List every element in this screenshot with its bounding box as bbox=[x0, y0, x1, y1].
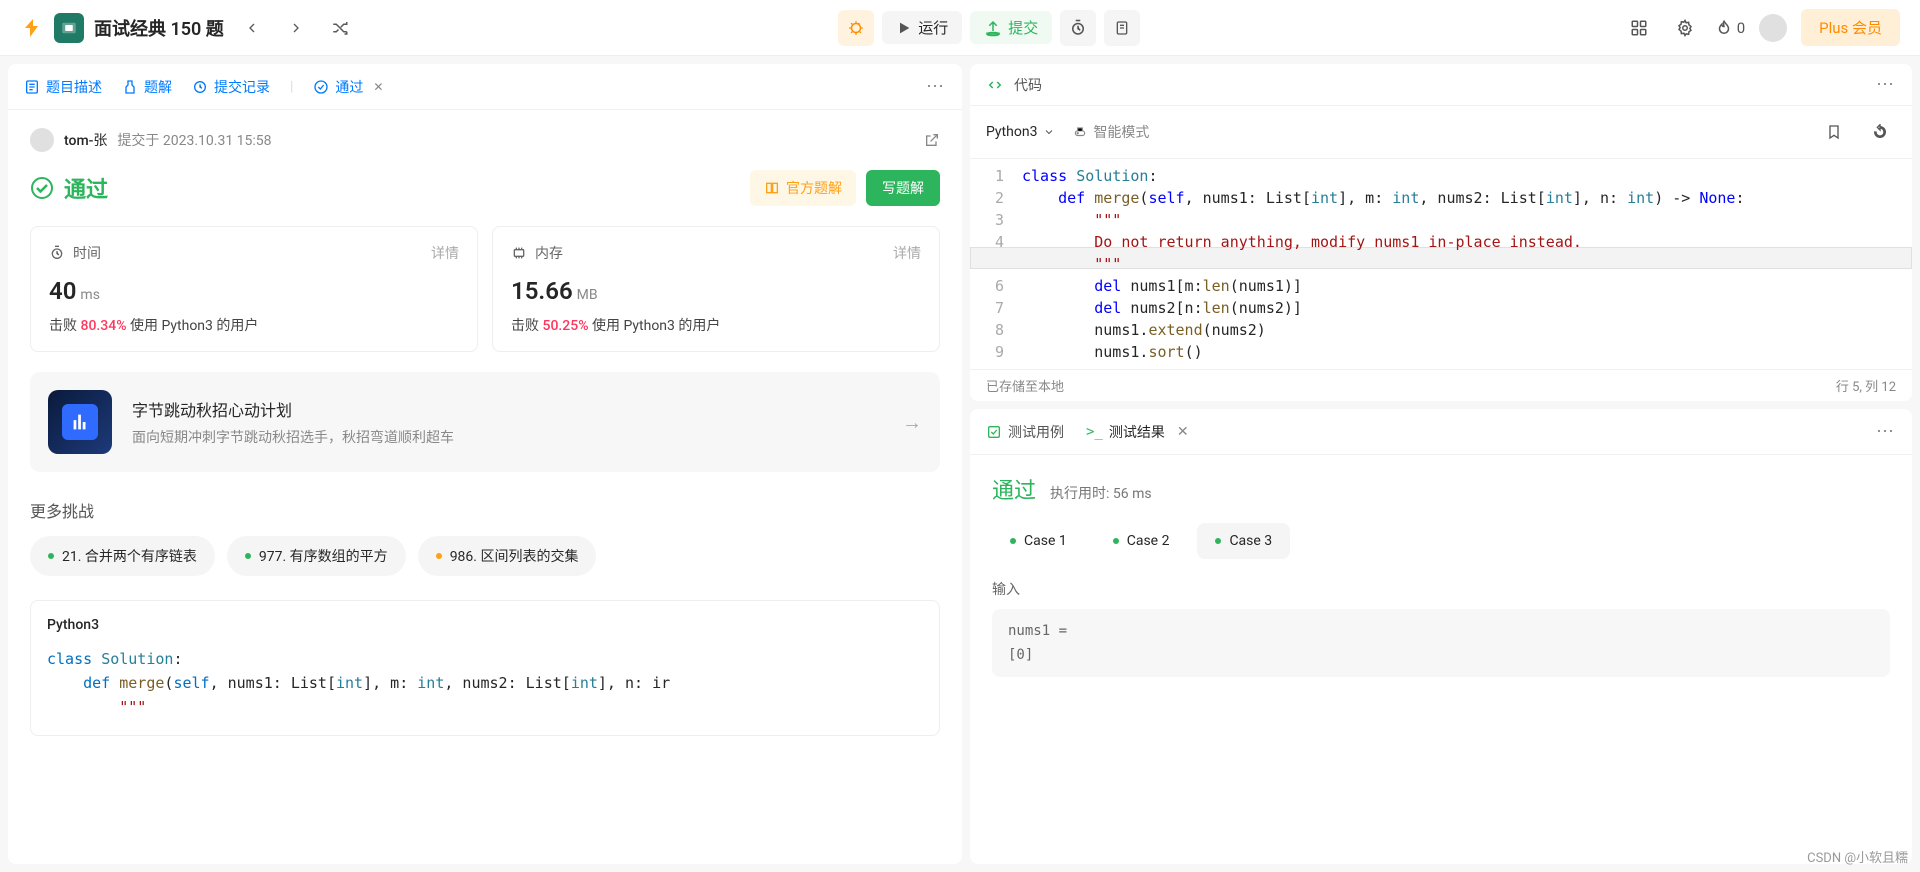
submitter-name[interactable]: tom-张 bbox=[64, 130, 107, 150]
smart-mode-toggle[interactable]: 智能模式 bbox=[1073, 122, 1149, 142]
prev-problem-icon[interactable] bbox=[236, 12, 268, 44]
input-label: 输入 bbox=[992, 579, 1890, 599]
memory-metric-card[interactable]: 内存 详情 15.66MB 击败 50.25% 使用 Python3 的用户 bbox=[492, 226, 940, 352]
time-detail-link[interactable]: 详情 bbox=[431, 243, 459, 263]
bookmark-icon[interactable] bbox=[1818, 116, 1850, 148]
tab-solutions[interactable]: 题解 bbox=[122, 77, 172, 97]
memory-detail-link[interactable]: 详情 bbox=[893, 243, 921, 263]
result-runtime: 执行用时: 56 ms bbox=[1050, 483, 1152, 503]
time-metric-card[interactable]: 时间 详情 40ms 击败 80.34% 使用 Python3 的用户 bbox=[30, 226, 478, 352]
next-problem-icon[interactable] bbox=[280, 12, 312, 44]
test-case-tab[interactable]: Case 1 bbox=[992, 523, 1085, 559]
status-accepted: 通过 bbox=[30, 172, 108, 204]
left-panel: 题目描述 题解 提交记录 | 通过 ✕ ⋯ tom-张 提交于 2023.1 bbox=[8, 64, 962, 864]
tab-testcases[interactable]: 测试用例 bbox=[986, 422, 1064, 442]
debug-icon[interactable] bbox=[838, 10, 874, 46]
code-editor[interactable]: 123456789 class Solution: def merge(self… bbox=[970, 159, 1912, 369]
submitted-code-block: Python3 class Solution: def merge(self, … bbox=[30, 600, 940, 736]
streak-counter[interactable]: 0 bbox=[1715, 19, 1745, 37]
code-icon bbox=[986, 76, 1004, 94]
results-panel: 测试用例 >_ 测试结果 ✕ ⋯ 通过 执行用时: 56 ms Case 1 C… bbox=[970, 409, 1912, 864]
reset-icon[interactable] bbox=[1864, 116, 1896, 148]
input-display: nums1 = [0] bbox=[992, 609, 1890, 677]
submitter-avatar[interactable] bbox=[30, 128, 54, 152]
tab-testresults[interactable]: >_ 测试结果 ✕ bbox=[1086, 422, 1189, 442]
layout-icon[interactable] bbox=[1623, 12, 1655, 44]
challenge-chip[interactable]: 977. 有序数组的平方 bbox=[227, 536, 406, 576]
tab-accepted[interactable]: 通过 ✕ bbox=[313, 77, 383, 97]
language-selector[interactable]: Python3 bbox=[986, 124, 1055, 140]
write-solution-button[interactable]: 写题解 bbox=[866, 170, 940, 206]
more-challenges-heading: 更多挑战 bbox=[30, 498, 940, 522]
submission-header: tom-张 提交于 2023.10.31 15:58 bbox=[30, 128, 940, 152]
promo-subtitle: 面向短期冲刺字节跳动秋招选手，秋招弯道顺利超车 bbox=[132, 427, 882, 447]
topbar: 面试经典 150 题 运行 提交 0 Plus 会员 bbox=[0, 0, 1920, 56]
official-solution-button[interactable]: 官方题解 bbox=[750, 170, 856, 206]
results-more-icon[interactable]: ⋯ bbox=[1876, 421, 1896, 442]
cursor-position: 行 5, 列 12 bbox=[1836, 376, 1896, 395]
center-actions: 运行 提交 bbox=[838, 10, 1140, 46]
result-status: 通过 bbox=[992, 473, 1036, 505]
code-more-icon[interactable]: ⋯ bbox=[1876, 74, 1896, 95]
promo-banner[interactable]: 字节跳动秋招心动计划 面向短期冲刺字节跳动秋招选手，秋招弯道顺利超车 → bbox=[30, 372, 940, 472]
tab-more-icon[interactable]: ⋯ bbox=[926, 76, 946, 97]
challenge-chip[interactable]: 986. 区间列表的交集 bbox=[418, 536, 597, 576]
tab-submissions[interactable]: 提交记录 bbox=[192, 77, 270, 97]
submit-button[interactable]: 提交 bbox=[970, 11, 1052, 44]
save-status: 已存储至本地 bbox=[986, 376, 1064, 395]
tab-description[interactable]: 题目描述 bbox=[24, 77, 102, 97]
close-results-icon[interactable]: ✕ bbox=[1177, 424, 1189, 440]
notes-icon[interactable] bbox=[1104, 10, 1140, 46]
submission-time: 提交于 2023.10.31 15:58 bbox=[117, 130, 271, 150]
shuffle-icon[interactable] bbox=[324, 12, 356, 44]
watermark: CSDN @小软且糯 bbox=[1807, 847, 1908, 866]
study-plan-icon[interactable] bbox=[54, 13, 84, 43]
snippet-language: Python3 bbox=[47, 617, 923, 633]
code-header-label: 代码 bbox=[1014, 75, 1042, 95]
code-snippet: class Solution: def merge(self, nums1: L… bbox=[47, 647, 923, 719]
user-avatar[interactable] bbox=[1759, 14, 1787, 42]
close-tab-icon[interactable]: ✕ bbox=[373, 80, 383, 94]
left-tabs: 题目描述 题解 提交记录 | 通过 ✕ ⋯ bbox=[8, 64, 962, 110]
open-link-icon[interactable] bbox=[924, 132, 940, 148]
test-case-tab[interactable]: Case 3 bbox=[1197, 523, 1290, 559]
code-panel: 代码 ⋯ Python3 智能模式 123456789 bbox=[970, 64, 1912, 401]
timer-icon[interactable] bbox=[1060, 10, 1096, 46]
challenge-chip[interactable]: 21. 合并两个有序链表 bbox=[30, 536, 215, 576]
page-title[interactable]: 面试经典 150 题 bbox=[94, 15, 224, 41]
run-button[interactable]: 运行 bbox=[882, 11, 962, 44]
plus-member-button[interactable]: Plus 会员 bbox=[1801, 9, 1900, 46]
promo-icon bbox=[48, 390, 112, 454]
promo-title: 字节跳动秋招心动计划 bbox=[132, 397, 882, 421]
settings-icon[interactable] bbox=[1669, 12, 1701, 44]
test-case-tab[interactable]: Case 2 bbox=[1095, 523, 1188, 559]
leetcode-logo-icon[interactable] bbox=[20, 16, 44, 40]
arrow-right-icon: → bbox=[902, 410, 922, 435]
